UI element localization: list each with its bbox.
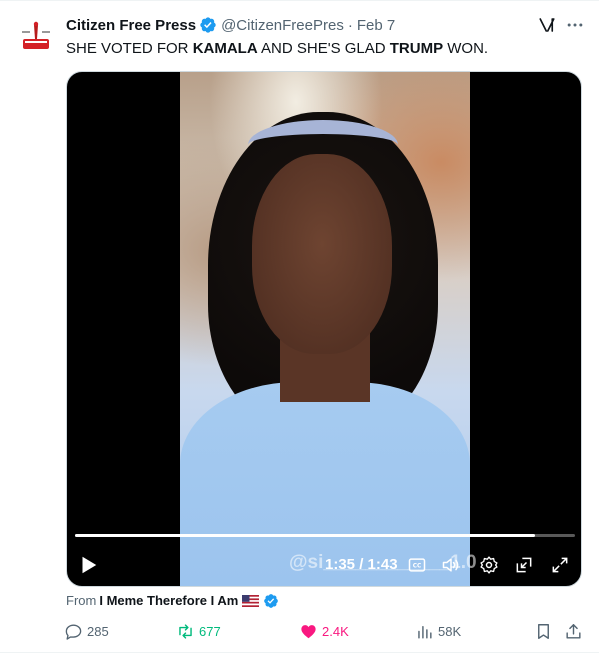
separator: · <box>347 16 353 34</box>
tweet-text: SHE VOTED FOR KAMALA AND SHE'S GLAD TRUM… <box>66 39 566 59</box>
video-frame[interactable] <box>180 72 470 586</box>
video-time: 1:35 / 1:43 <box>325 556 398 573</box>
citizen-free-press-logo-icon <box>16 17 56 57</box>
settings-icon[interactable] <box>479 555 499 575</box>
share-icon <box>566 623 581 639</box>
display-name[interactable]: Citizen Free Press <box>66 17 196 34</box>
repost-count: 677 <box>199 623 221 639</box>
media-source: From I Meme Therefore I Am <box>66 593 279 609</box>
tweet-text-part: SHE VOTED FOR <box>66 40 193 57</box>
more-icon[interactable] <box>565 15 585 35</box>
like-button[interactable]: 2.4K <box>299 619 349 643</box>
us-flag-icon <box>242 595 260 607</box>
svg-text:CC: CC <box>413 564 422 570</box>
like-count: 2.4K <box>322 623 349 639</box>
tweet-header: Citizen Free Press @CitizenFreePres · Fe… <box>66 15 395 35</box>
volume-icon[interactable] <box>441 555 461 575</box>
reply-icon <box>65 623 82 640</box>
video-progress-fill <box>75 534 535 537</box>
video-person-face <box>252 154 392 354</box>
video-person-headband <box>248 120 398 170</box>
source-prefix: From <box>66 593 97 608</box>
avatar[interactable] <box>16 17 56 57</box>
reply-count: 285 <box>87 623 109 639</box>
video-progress-bar[interactable] <box>75 534 575 537</box>
tweet-date[interactable]: Feb 7 <box>357 17 395 34</box>
grok-icon[interactable] <box>538 16 556 34</box>
verified-badge-icon[interactable] <box>263 593 279 609</box>
like-icon <box>301 624 316 638</box>
tweet-text-bold: KAMALA <box>192 40 258 57</box>
source-author[interactable]: I Meme Therefore I Am <box>99 593 238 609</box>
tweet-text-part: WON. <box>443 40 489 57</box>
pip-icon[interactable] <box>514 555 534 575</box>
tweet-text-bold: TRUMP <box>389 40 444 57</box>
bookmark-button[interactable] <box>534 619 553 643</box>
repost-button[interactable]: 677 <box>176 619 221 643</box>
tweet-card[interactable]: Citizen Free Press @CitizenFreePres · Fe… <box>0 0 599 653</box>
views-button[interactable]: 58K <box>415 619 461 643</box>
view-count: 58K <box>438 623 462 639</box>
verified-badge-icon[interactable] <box>199 16 217 34</box>
video-player[interactable]: @si____________1.0 1:35 / 1:43 CC <box>66 71 582 587</box>
reply-button[interactable]: 285 <box>64 619 109 643</box>
handle[interactable]: @CitizenFreePres <box>221 17 344 34</box>
captions-icon[interactable]: CC <box>407 555 427 575</box>
views-icon <box>418 625 432 639</box>
repost-icon <box>179 623 192 639</box>
tweet-text-part: AND SHE'S GLAD <box>257 40 390 57</box>
action-bar: 285 677 2.4K 58K <box>62 619 586 643</box>
share-button[interactable] <box>564 619 583 643</box>
play-icon[interactable] <box>77 554 99 576</box>
bookmark-icon <box>538 623 549 639</box>
fullscreen-icon[interactable] <box>550 555 570 575</box>
